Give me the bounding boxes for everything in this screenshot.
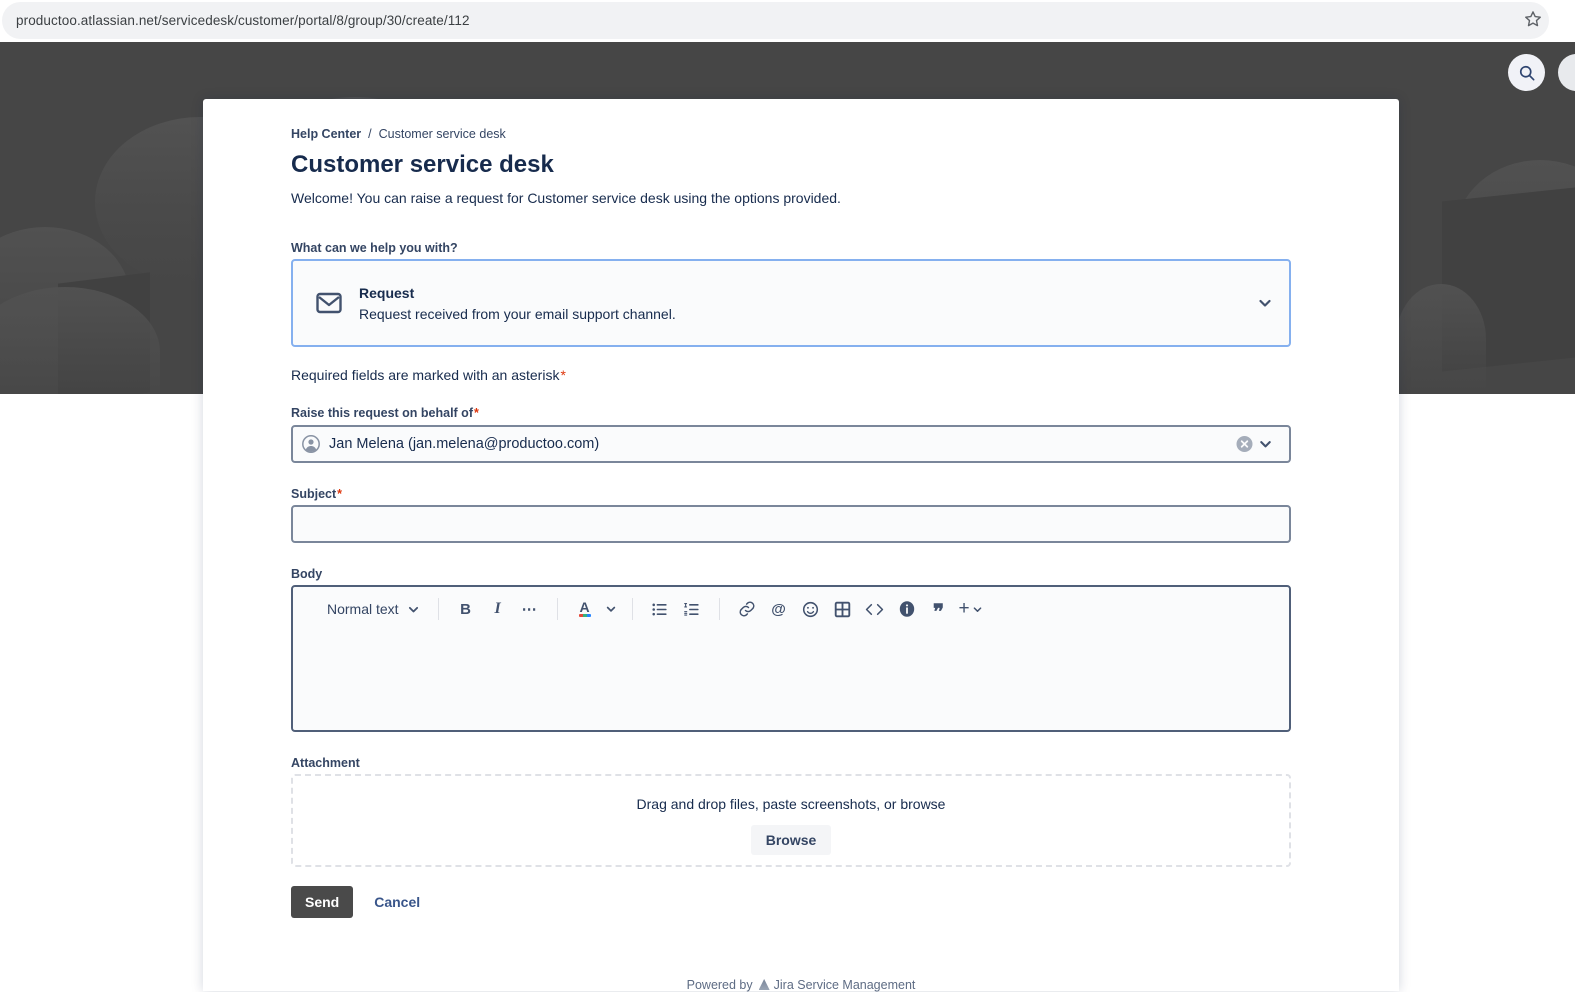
- email-icon: [315, 291, 343, 315]
- clear-icon[interactable]: [1236, 436, 1253, 453]
- subject-label: Subject*: [291, 487, 342, 501]
- request-type-text: Request Request received from your email…: [359, 285, 676, 322]
- bold-button[interactable]: B: [453, 596, 479, 622]
- powered-by-text: Powered by: [687, 978, 753, 992]
- text-color-glyph: A: [580, 601, 590, 614]
- toolbar-divider: [557, 598, 558, 620]
- subject-label-text: Subject: [291, 487, 336, 501]
- required-note-text: Required fields are marked with an aster…: [291, 367, 559, 383]
- request-type-description: Request received from your email support…: [359, 306, 676, 322]
- page-title: Customer service desk: [291, 151, 554, 179]
- emoji-icon: [802, 601, 819, 618]
- cancel-button[interactable]: Cancel: [374, 894, 420, 910]
- breadcrumb-separator: /: [368, 127, 371, 141]
- code-button[interactable]: [862, 596, 888, 622]
- code-icon: [865, 601, 884, 618]
- chevron-down-icon: [407, 603, 420, 616]
- address-bar[interactable]: productoo.atlassian.net/servicedesk/cust…: [2, 2, 1549, 39]
- emoji-button[interactable]: [798, 596, 824, 622]
- jira-logo-icon: [759, 979, 770, 990]
- required-asterisk: *: [560, 367, 565, 383]
- request-type-label: What can we help you with?: [291, 241, 458, 255]
- subject-asterisk: *: [337, 487, 342, 501]
- search-icon: [1517, 63, 1537, 83]
- request-type-name: Request: [359, 285, 676, 301]
- link-button[interactable]: [734, 596, 760, 622]
- body-textarea[interactable]: [293, 631, 1289, 732]
- numbered-list-icon: [683, 601, 700, 618]
- browse-button[interactable]: Browse: [751, 825, 832, 855]
- text-style-value: Normal text: [327, 601, 399, 617]
- body-label: Body: [291, 567, 322, 581]
- insert-button[interactable]: +: [958, 596, 984, 622]
- powered-by-link[interactable]: Powered by Jira Service Management: [203, 978, 1399, 992]
- bookmark-star-icon[interactable]: [1523, 9, 1543, 29]
- avatar[interactable]: [1558, 54, 1575, 91]
- body-editor: Normal text B I ⋯ A: [291, 585, 1291, 732]
- attachment-dropzone[interactable]: Drag and drop files, paste screenshots, …: [291, 774, 1291, 867]
- toolbar-divider: [632, 598, 633, 620]
- mention-button[interactable]: @: [766, 596, 792, 622]
- url-text: productoo.atlassian.net/servicedesk/cust…: [16, 13, 470, 28]
- subject-input[interactable]: [291, 505, 1291, 543]
- text-style-dropdown[interactable]: Normal text: [323, 596, 424, 622]
- info-button[interactable]: [894, 596, 920, 622]
- on-behalf-asterisk: *: [474, 406, 479, 420]
- form-actions: Send Cancel: [291, 886, 420, 918]
- chevron-down-icon: [1258, 437, 1273, 452]
- editor-toolbar: Normal text B I ⋯ A: [293, 587, 1289, 631]
- on-behalf-label: Raise this request on behalf of*: [291, 406, 479, 420]
- person-icon: [302, 435, 320, 453]
- chevron-down-icon: [972, 604, 983, 615]
- page-intro: Welcome! You can raise a request for Cus…: [291, 190, 841, 206]
- bullet-list-icon: [651, 601, 668, 618]
- on-behalf-label-text: Raise this request on behalf of: [291, 406, 473, 420]
- breadcrumb-current[interactable]: Customer service desk: [379, 127, 506, 141]
- send-button[interactable]: Send: [291, 886, 353, 918]
- attachment-label: Attachment: [291, 756, 360, 770]
- on-behalf-value: Jan Melena (jan.melena@productoo.com): [329, 436, 599, 452]
- color-bar: [579, 614, 591, 617]
- request-type-select[interactable]: Request Request received from your email…: [291, 259, 1291, 347]
- more-formatting-button[interactable]: ⋯: [517, 596, 543, 622]
- breadcrumb-help-center[interactable]: Help Center: [291, 127, 361, 141]
- search-button[interactable]: [1508, 54, 1545, 91]
- numbered-list-button[interactable]: [679, 596, 705, 622]
- text-color-chevron[interactable]: [604, 596, 618, 622]
- bullet-list-button[interactable]: [647, 596, 673, 622]
- breadcrumb: Help Center / Customer service desk: [291, 127, 506, 141]
- portal-card: Help Center / Customer service desk Custom…: [203, 99, 1399, 991]
- chevron-down-icon: [605, 603, 617, 615]
- on-behalf-select[interactable]: Jan Melena (jan.melena@productoo.com): [291, 425, 1291, 463]
- text-color-button[interactable]: A: [572, 596, 598, 622]
- browser-chrome: productoo.atlassian.net/servicedesk/cust…: [0, 0, 1575, 41]
- required-note: Required fields are marked with an aster…: [291, 367, 566, 383]
- powered-by-product: Jira Service Management: [774, 978, 916, 992]
- decor-hill: [1396, 284, 1486, 394]
- toolbar-divider: [438, 598, 439, 620]
- insert-glyph: +: [959, 598, 970, 620]
- info-icon: [898, 600, 916, 618]
- quote-button[interactable]: ❞: [926, 596, 952, 622]
- italic-button[interactable]: I: [485, 596, 511, 622]
- table-icon: [834, 601, 851, 618]
- chevron-down-icon: [1257, 295, 1273, 311]
- link-icon: [738, 600, 756, 618]
- toolbar-divider: [719, 598, 720, 620]
- table-button[interactable]: [830, 596, 856, 622]
- dropzone-hint: Drag and drop files, paste screenshots, …: [293, 796, 1289, 812]
